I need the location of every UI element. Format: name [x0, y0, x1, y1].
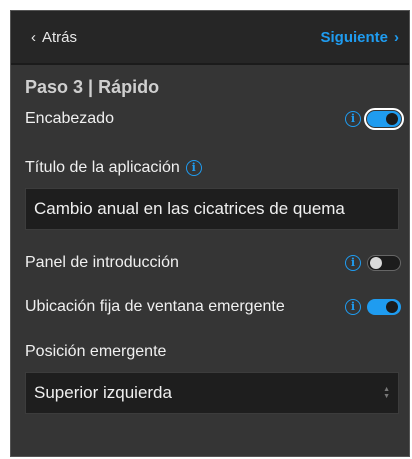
header-setting-label: Encabezado [25, 110, 114, 127]
step-title: Paso 3 | Rápido [25, 77, 160, 97]
app-title-label: Título de la aplicación [25, 159, 180, 176]
toggle-knob [386, 113, 398, 125]
select-arrows-icon: ▲ ▼ [383, 386, 390, 400]
intro-panel-label: Panel de introducción [25, 254, 179, 271]
next-button[interactable]: Siguiente › [320, 29, 399, 46]
chevron-left-icon: ‹ [31, 28, 36, 46]
info-icon[interactable]: i [345, 111, 361, 127]
popup-position-label: Posición emergente [25, 343, 167, 360]
settings-panel: ‹ Atrás Siguiente › Paso 3 | Rápido Enca… [10, 10, 410, 457]
toggle-knob [370, 257, 382, 269]
header-setting-row: Encabezado i [11, 102, 409, 136]
app-title-row: Título de la aplicación i [11, 148, 409, 188]
intro-panel-row: Panel de introducción i [11, 246, 409, 280]
popup-position-value: Superior izquierda [34, 383, 172, 402]
popup-position-row: Posición emergente [11, 332, 409, 372]
intro-panel-toggle[interactable] [367, 255, 401, 271]
info-icon[interactable]: i [185, 160, 202, 176]
app-title-input[interactable]: Cambio anual en las cicatrices de quema [25, 188, 399, 230]
fixed-popup-row: Ubicación fija de ventana emergente i [11, 290, 409, 324]
info-icon[interactable]: i [345, 255, 361, 271]
fixed-popup-toggle[interactable] [367, 299, 401, 315]
info-icon[interactable]: i [345, 299, 361, 315]
fixed-popup-label: Ubicación fija de ventana emergente [25, 298, 285, 315]
toggle-knob [386, 301, 398, 313]
header-toggle[interactable] [364, 108, 404, 130]
back-button[interactable]: ‹ Atrás [31, 29, 77, 46]
back-label: Atrás [42, 28, 78, 46]
next-label: Siguiente [320, 28, 388, 46]
nav-bar: ‹ Atrás Siguiente › [11, 11, 409, 65]
popup-position-select[interactable]: Superior izquierda ▲ ▼ [25, 372, 399, 414]
chevron-right-icon: › [394, 28, 399, 46]
